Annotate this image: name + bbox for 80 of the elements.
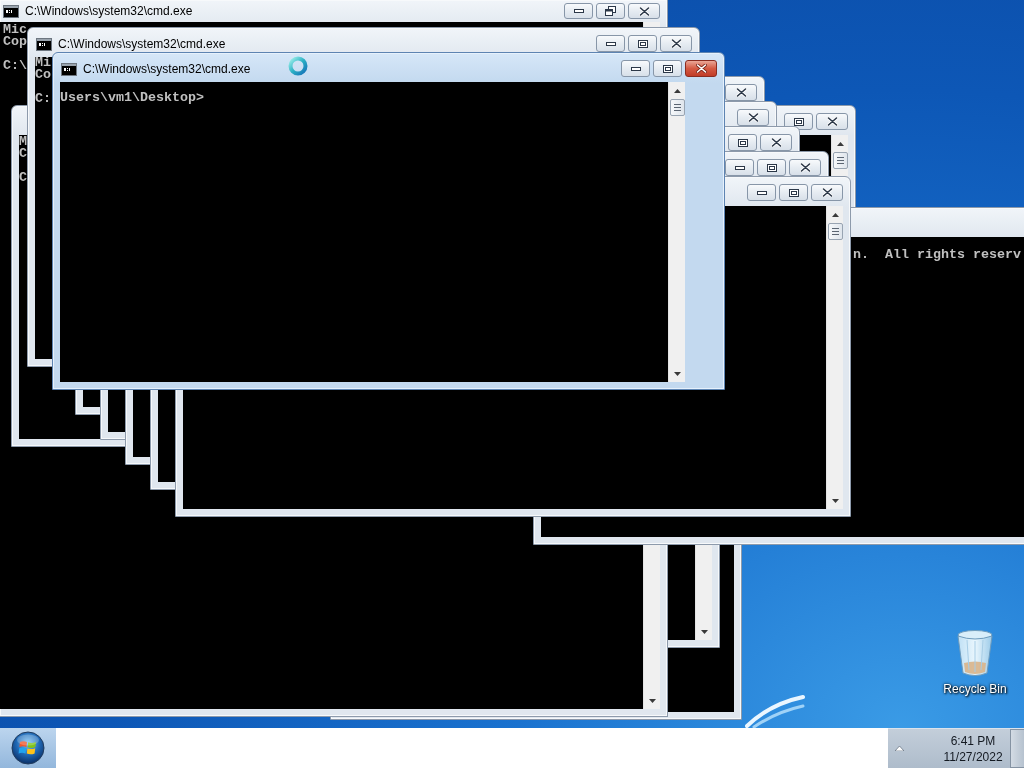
maximize-button[interactable] [784,113,813,130]
restore-button[interactable] [596,3,625,19]
close-button[interactable] [737,109,769,126]
window-title: C:\Windows\system32\cmd.exe [58,37,226,52]
grip-lines-icon [831,228,839,235]
close-icon [770,138,782,147]
close-icon [826,117,838,126]
console-text: n. All rights reserv [853,249,1021,261]
triangle-up-icon[interactable] [836,141,844,146]
close-button[interactable] [760,134,792,151]
maximize-button[interactable] [653,60,682,77]
minimize-button[interactable] [725,159,754,176]
maximize-icon [662,64,673,73]
minimize-button[interactable] [596,35,625,52]
close-icon [735,88,747,97]
minimize-icon [630,66,641,71]
close-button[interactable] [789,159,821,176]
maximize-button[interactable] [779,184,808,201]
close-icon [821,188,833,197]
restore-icon [605,6,616,16]
grip-lines-icon [836,157,844,164]
triangle-down-icon[interactable] [673,371,681,376]
console-text: Co [35,69,51,81]
triangle-down-icon[interactable] [700,629,708,634]
clock-time[interactable]: 6:41 PM [950,732,996,749]
console-text: C [19,148,27,160]
maximize-icon [737,138,748,147]
close-button[interactable] [628,3,660,19]
close-button[interactable] [816,113,848,130]
console-icon [61,63,77,76]
triangle-up-icon[interactable] [831,212,839,217]
minimize-icon [756,190,767,195]
triangle-down-icon[interactable] [648,698,656,703]
maximize-button[interactable] [728,134,757,151]
minimize-icon [573,9,584,13]
caret-up-icon [894,746,904,751]
maximize-icon [637,39,648,48]
console-text: M [19,136,27,148]
close-button[interactable] [660,35,692,52]
recycle-bin-icon [956,630,994,678]
clock-date[interactable]: 11/27/2022 [943,748,1003,765]
close-icon [747,113,759,122]
console-icon [36,38,52,51]
maximize-button[interactable] [628,35,657,52]
maximize-button[interactable] [757,159,786,176]
close-icon [638,6,650,16]
minimize-icon [605,41,616,46]
maximize-icon [766,163,777,172]
window-title: C:\Windows\system32\cmd.exe [25,3,193,19]
console-text: Cop [3,36,27,48]
console-text: C [19,172,27,184]
close-button[interactable] [811,184,843,201]
grip-lines-icon [673,104,681,111]
close-icon [695,64,707,73]
busy-cursor-icon [288,56,308,76]
window-title: C:\Windows\system32\cmd.exe [83,62,251,77]
minimize-button[interactable] [564,3,593,19]
minimize-icon [734,165,745,170]
close-icon [799,163,811,172]
minimize-button[interactable] [621,60,650,77]
scroll-thumb[interactable] [827,223,843,240]
close-button[interactable] [685,60,717,77]
console-text: Mic [3,24,27,36]
wallpaper-swoosh [745,694,805,728]
triangle-down-icon[interactable] [831,498,839,503]
console-text: C:\ [3,60,27,72]
console-text: Users\vm1\Desktop> [60,92,204,104]
scroll-thumb[interactable] [669,99,685,116]
orb-icon [11,731,45,765]
minimize-button[interactable] [747,184,776,201]
maximize-icon [793,117,804,126]
close-button[interactable] [725,84,757,101]
triangle-up-icon[interactable] [673,88,681,93]
console-icon [3,4,19,18]
maximize-icon [788,188,799,197]
console-text: C: [35,93,51,105]
close-icon [670,39,682,48]
start-button[interactable] [0,728,56,768]
console-text: Mi [35,57,51,69]
scroll-thumb[interactable] [832,152,848,169]
